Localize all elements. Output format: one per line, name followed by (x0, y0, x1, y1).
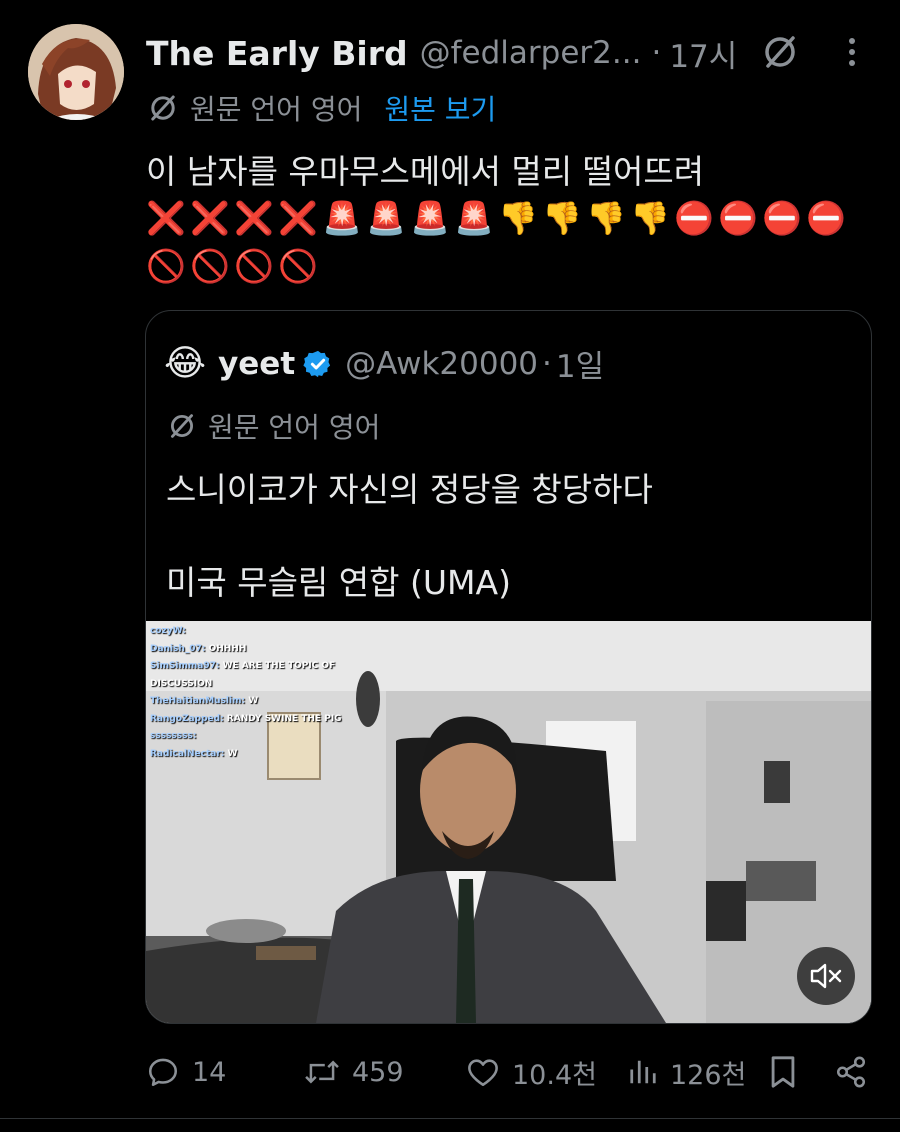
analytics-icon (630, 1060, 656, 1084)
emoji: ❌ (190, 199, 230, 237)
views-button[interactable]: 126천 (628, 1048, 746, 1096)
quoted-tweet-time[interactable]: 1일 (556, 341, 604, 386)
chat-message: ssssssss: (150, 728, 342, 746)
quoted-author-handle[interactable]: @Awk20000 (345, 346, 538, 382)
chat-text: W (245, 696, 259, 706)
chat-text: W (224, 748, 238, 759)
like-button[interactable]: 10.4천 (466, 1048, 597, 1096)
avatar-image (28, 24, 124, 120)
chat-text: WE ARE THE TOPIC OF (219, 661, 336, 671)
volume-muted-icon (810, 963, 842, 989)
reply-count: 14 (192, 1056, 227, 1088)
emoji: 🚫 (234, 247, 274, 285)
emoji: ❌ (278, 199, 318, 237)
quoted-translation-row: 원문 언어 영어 (166, 406, 380, 446)
chat-message: SimSimma97: WE ARE THE TOPIC OF (150, 658, 342, 676)
translated-from-label: 원문 언어 영어 (190, 93, 363, 126)
emoji: ⛔ (674, 199, 714, 237)
emoji: 🚨 (366, 199, 406, 237)
emoji: 🚨 (322, 199, 362, 237)
emoji: ❌ (146, 199, 186, 237)
chat-text: RANDY SWINE THE PIG (223, 713, 342, 724)
quoted-translated-from-label: 원문 언어 영어 (208, 411, 381, 444)
quoted-tweet-text-line1: 스니이코가 자신의 정당을 창당하다 (166, 470, 653, 509)
emoji: ⛔ (718, 199, 758, 237)
chat-username: SimSimma97: (150, 661, 220, 671)
author-avatar[interactable] (28, 24, 124, 120)
quoted-tweet[interactable]: 😂 yeet @Awk20000 · 1일 원문 언어 영어 스니이코가 자신의… (145, 310, 872, 1024)
emoji-row: 🚫 🚫 🚫 🚫 (146, 246, 318, 286)
emoji: 🚫 (190, 247, 230, 285)
chat-message: RangoZapped: RANDY SWINE THE PIG (150, 711, 342, 729)
stream-chat-overlay: cozyW: Danish_07: OHHHH SimSimma97: WE AR… (150, 623, 342, 763)
emoji: 👎 (586, 199, 626, 237)
emoji: 🚨 (454, 199, 494, 237)
share-button[interactable] (834, 1048, 868, 1096)
emoji: ❌ (234, 199, 274, 237)
translate-icon (171, 414, 193, 438)
emoji-row: ❌ ❌ ❌ ❌ 🚨 🚨 🚨 🚨 👎 👎 👎 👎 ⛔ ⛔ ⛔ ⛔ (146, 198, 846, 238)
translate-icon (151, 95, 175, 121)
reply-button[interactable]: 14 (146, 1048, 226, 1096)
translation-row: 원문 언어 영어 원본 보기 (146, 88, 496, 128)
chat-message: TheHaitianMuslim: W (150, 693, 342, 711)
emoji: ⛔ (806, 199, 846, 237)
chat-username: TheHaitianMuslim: (150, 696, 246, 706)
quoted-avatar[interactable]: 😂 (164, 343, 206, 384)
chat-text: OHHHH (205, 643, 247, 654)
more-options-icon[interactable] (830, 30, 874, 74)
repost-icon (305, 1060, 339, 1084)
bookmark-icon (771, 1056, 795, 1088)
emoji: 🚫 (146, 247, 186, 285)
view-count: 126천 (670, 1059, 747, 1091)
emoji: 👎 (498, 199, 538, 237)
chat-message: cozyW: (150, 623, 342, 641)
chat-username: ssssssss: (150, 731, 197, 741)
emoji: 🚫 (278, 247, 318, 285)
chat-message: DISCUSSION (150, 676, 342, 694)
chat-message: Danish_07: OHHHH (150, 641, 342, 659)
chat-text: DISCUSSION (150, 678, 213, 689)
quoted-tweet-text-line2: 미국 무슬림 연합 (UMA) (166, 563, 511, 602)
separator-dot: · (651, 35, 662, 71)
quoted-separator: · (542, 345, 552, 382)
chat-message: RadicalNectar: W (150, 746, 342, 764)
bookmark-button[interactable] (768, 1048, 798, 1096)
chat-username: RangoZapped: (150, 713, 224, 724)
emoji: 👎 (630, 199, 670, 237)
tweet-time[interactable]: 17시 (669, 31, 737, 76)
tweet-actions: 14 459 10.4천 126천 (146, 1048, 870, 1096)
video-player[interactable]: cozyW: Danish_07: OHHHH SimSimma97: WE AR… (146, 621, 871, 1023)
author-handle[interactable]: @fedlarper2... (420, 35, 642, 71)
share-icon (836, 1056, 866, 1088)
emoji: 🚨 (410, 199, 450, 237)
emoji: 👎 (542, 199, 582, 237)
divider (0, 1118, 900, 1119)
reply-icon (148, 1058, 178, 1087)
chat-username: RadicalNectar: (150, 748, 225, 759)
repost-button[interactable]: 459 (304, 1048, 404, 1096)
repost-count: 459 (352, 1056, 404, 1088)
quoted-author-name[interactable]: yeet (218, 346, 295, 382)
mute-button[interactable] (797, 947, 855, 1005)
grok-icon[interactable] (758, 30, 802, 74)
show-original-link[interactable]: 원본 보기 (384, 88, 496, 128)
tweet-text: 이 남자를 우마무스메에서 멀리 떨어뜨려 (146, 152, 705, 191)
chat-username: Danish_07: (150, 643, 206, 654)
heart-icon (468, 1059, 498, 1087)
chat-username: cozyW: (150, 626, 186, 636)
verified-badge-icon (303, 350, 331, 377)
emoji: ⛔ (762, 199, 802, 237)
author-name[interactable]: The Early Bird (146, 34, 408, 73)
like-count: 10.4천 (512, 1059, 597, 1091)
quoted-tweet-header: 😂 yeet @Awk20000 · 1일 (164, 341, 604, 386)
